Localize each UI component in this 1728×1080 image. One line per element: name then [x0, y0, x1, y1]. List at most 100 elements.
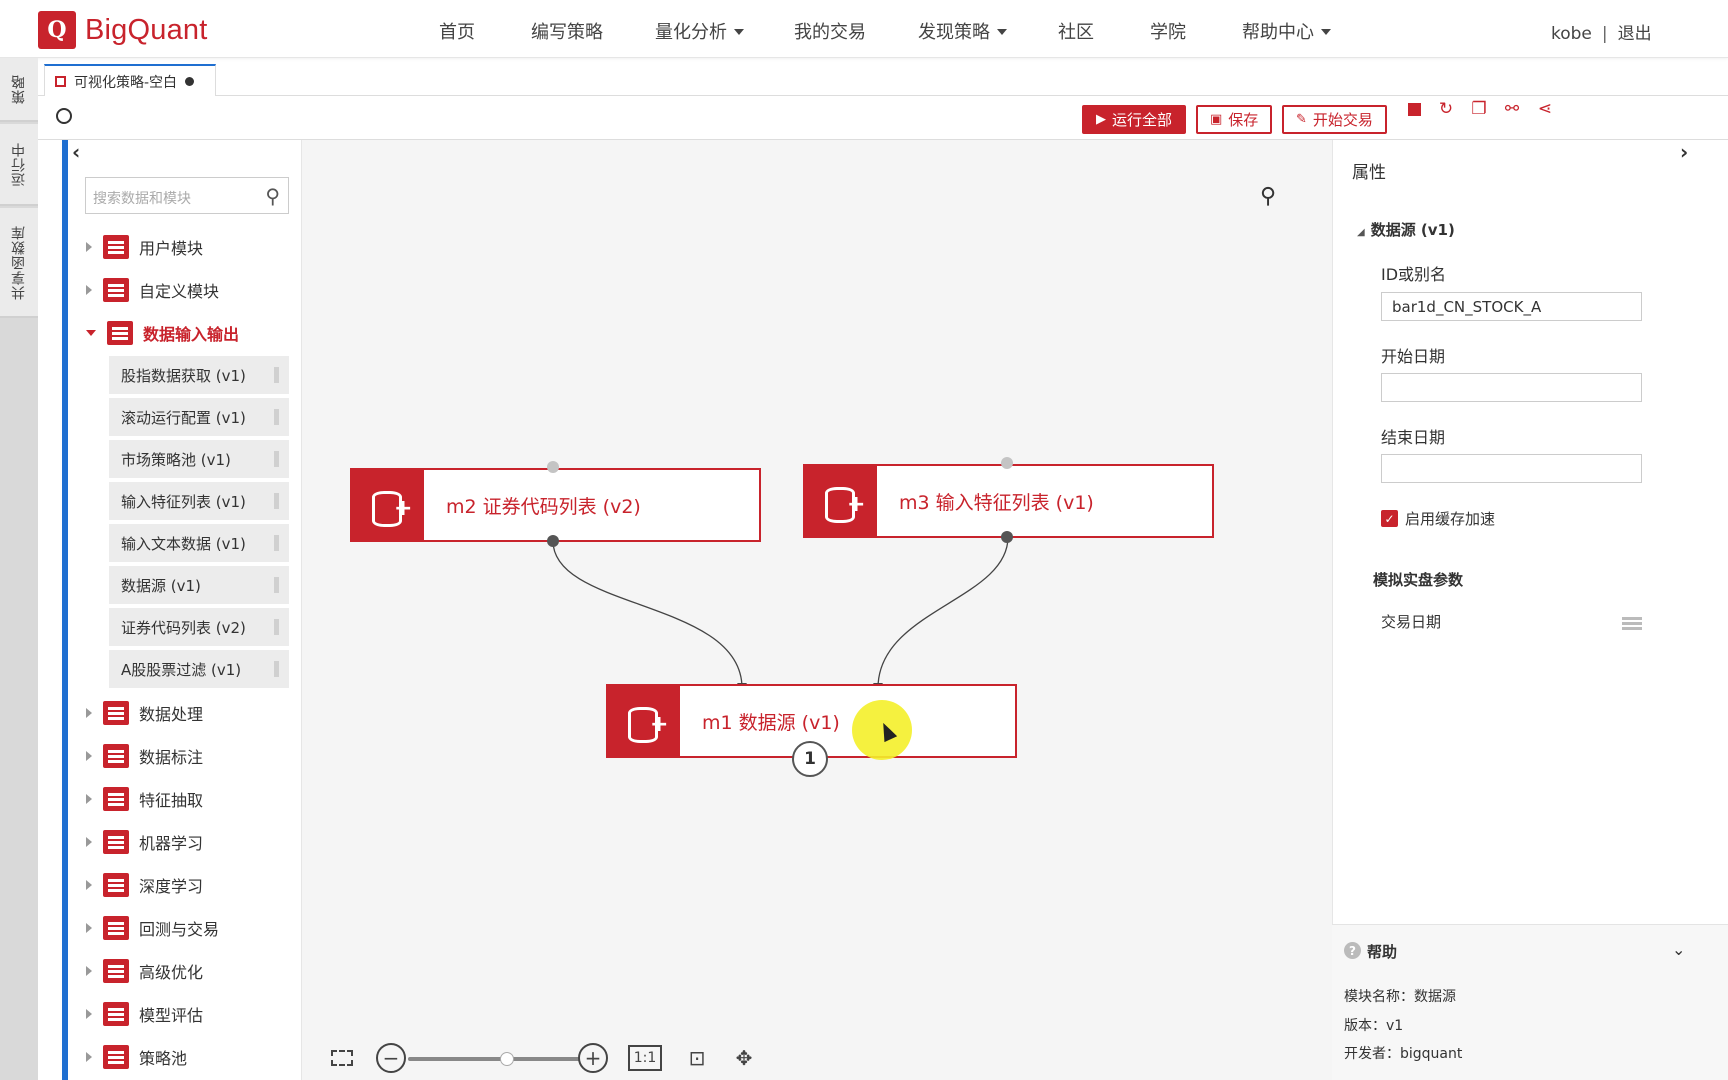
chevron-down-icon	[997, 29, 1007, 35]
module-item[interactable]: 证券代码列表 (v2)	[109, 608, 289, 646]
drag-handle-icon[interactable]	[274, 661, 279, 677]
chevron-right-icon	[86, 708, 92, 718]
center-icon[interactable]: ⊡	[681, 1043, 713, 1073]
flag-icon	[55, 76, 66, 87]
module-item[interactable]: 输入文本数据 (v1)	[109, 524, 289, 562]
logo-icon: Q	[38, 11, 76, 49]
trade-date-label: 交易日期	[1381, 613, 1442, 631]
category-backtest-trade[interactable]: 回测与交易	[86, 913, 219, 943]
module-item[interactable]: 市场策略池 (v1)	[109, 440, 289, 478]
node-m2[interactable]: m2 证券代码列表 (v2)	[350, 468, 761, 542]
cache-label: 启用缓存加速	[1405, 510, 1496, 528]
collapse-right-icon[interactable]: ›	[1680, 140, 1688, 164]
drag-handle-icon[interactable]	[274, 367, 279, 383]
custom-module-icon	[103, 278, 129, 302]
nav-home[interactable]: 首页	[439, 18, 475, 44]
module-item[interactable]: A股股票过滤 (v1)	[109, 650, 289, 688]
refresh-icon[interactable]: ↻	[1435, 98, 1457, 120]
pan-icon[interactable]: ✥	[728, 1043, 760, 1073]
properties-section[interactable]: ◢ 数据源 (v1)	[1357, 219, 1455, 240]
zoom-slider[interactable]	[408, 1057, 580, 1061]
cache-checkbox[interactable]: ✓	[1381, 510, 1398, 527]
stop-icon[interactable]	[1403, 98, 1425, 120]
username[interactable]: kobe	[1551, 24, 1592, 44]
input-port[interactable]	[547, 461, 559, 473]
module-search-input[interactable]: 搜索数据和模块 ⚲	[85, 177, 289, 214]
category-user-modules[interactable]: 用户模块	[86, 232, 203, 262]
drag-handle-icon[interactable]	[274, 451, 279, 467]
chevron-right-icon	[86, 1009, 92, 1019]
category-custom-modules[interactable]: 自定义模块	[86, 275, 219, 305]
category-data-labeling[interactable]: 数据标注	[86, 741, 203, 771]
output-port[interactable]	[547, 535, 559, 547]
category-data-io[interactable]: 数据输入输出	[86, 318, 239, 348]
run-all-button[interactable]: ▶ 运行全部	[1082, 105, 1187, 134]
nav-my-trade[interactable]: 我的交易	[794, 18, 866, 44]
nav-discover[interactable]: 发现策略	[918, 18, 1007, 44]
drag-handle-icon[interactable]	[274, 493, 279, 509]
collapse-left-icon[interactable]: ‹	[72, 140, 80, 164]
side-tab-running[interactable]: 运行中	[0, 124, 38, 206]
doc-tab-title: 可视化策略-空白	[74, 74, 178, 91]
chevron-right-icon	[86, 966, 92, 976]
search-icon[interactable]: ⚲	[265, 184, 280, 208]
copy-icon[interactable]: ❐	[1468, 98, 1490, 120]
chevron-down-icon[interactable]: ⌄	[1672, 940, 1685, 959]
input-port[interactable]	[1001, 457, 1013, 469]
category-feature-extraction[interactable]: 特征抽取	[86, 784, 203, 814]
chevron-right-icon	[86, 923, 92, 933]
panel-accent-bar	[62, 140, 68, 1080]
nav-academy[interactable]: 学院	[1150, 18, 1186, 44]
menu-icon[interactable]	[1622, 617, 1642, 620]
chevron-right-icon	[86, 837, 92, 847]
sim-section-title: 模拟实盘参数	[1373, 571, 1464, 589]
module-item[interactable]: 输入特征列表 (v1)	[109, 482, 289, 520]
actual-size-button[interactable]: 1:1	[628, 1045, 662, 1071]
unsaved-dot-icon[interactable]	[185, 77, 195, 86]
side-tab-shared-lib[interactable]: 共享函数库	[0, 208, 38, 318]
category-machine-learning[interactable]: 机器学习	[86, 827, 203, 857]
output-port[interactable]	[1001, 531, 1013, 543]
chevron-right-icon	[86, 880, 92, 890]
module-item[interactable]: 滚动运行配置 (v1)	[109, 398, 289, 436]
start-trade-button[interactable]: ✎ 开始交易	[1282, 105, 1387, 134]
save-button[interactable]: ▣ 保存	[1196, 105, 1273, 134]
drag-handle-icon[interactable]	[274, 619, 279, 635]
node-m3[interactable]: m3 输入特征列表 (v1)	[803, 464, 1214, 538]
nav-quant-analysis[interactable]: 量化分析	[655, 18, 744, 44]
category-model-eval[interactable]: 模型评估	[86, 999, 203, 1029]
brand-logo[interactable]: Q BigQuant	[38, 10, 208, 50]
start-date-input[interactable]	[1381, 373, 1642, 402]
database-icon	[608, 686, 680, 756]
zoom-in-icon[interactable]: +	[578, 1043, 608, 1073]
category-data-processing[interactable]: 数据处理	[86, 698, 203, 728]
drag-handle-icon[interactable]	[274, 409, 279, 425]
category-deep-learning[interactable]: 深度学习	[86, 870, 203, 900]
share-icon[interactable]: ⋖	[1534, 98, 1556, 120]
nav-help-center[interactable]: 帮助中心	[1242, 18, 1331, 44]
zoom-out-icon[interactable]: −	[376, 1043, 406, 1073]
end-date-input[interactable]	[1381, 454, 1642, 483]
help-version: 版本：v1	[1344, 1018, 1404, 1034]
category-advanced-opt[interactable]: 高级优化	[86, 956, 203, 986]
id-alias-input[interactable]: bar1d_CN_STOCK_A	[1381, 292, 1642, 321]
fit-screen-icon[interactable]	[326, 1043, 358, 1073]
category-strategy-pool[interactable]: 策略池	[86, 1042, 187, 1072]
side-tab-strategy[interactable]: 策略	[0, 58, 38, 122]
node-label: m2 证券代码列表 (v2)	[446, 495, 641, 518]
nav-write-strategy[interactable]: 编写策略	[531, 18, 603, 44]
link-icon[interactable]: ⚯	[1501, 98, 1523, 120]
nav-community[interactable]: 社区	[1058, 18, 1094, 44]
caret-down-icon: ◢	[1357, 227, 1365, 238]
end-date-label: 结束日期	[1381, 428, 1446, 447]
drag-handle-icon[interactable]	[274, 577, 279, 593]
drag-handle-icon[interactable]	[274, 535, 279, 551]
module-item[interactable]: 数据源 (v1)	[109, 566, 289, 604]
logout-link[interactable]: 退出	[1618, 24, 1652, 44]
module-item[interactable]: 股指数据获取 (v1)	[109, 356, 289, 394]
feature-icon	[103, 787, 129, 811]
pen-icon: ✎	[1296, 112, 1307, 127]
circle-icon[interactable]	[56, 108, 72, 124]
doc-tab[interactable]: 可视化策略-空白	[44, 64, 216, 97]
zoom-slider-handle[interactable]	[500, 1052, 514, 1066]
